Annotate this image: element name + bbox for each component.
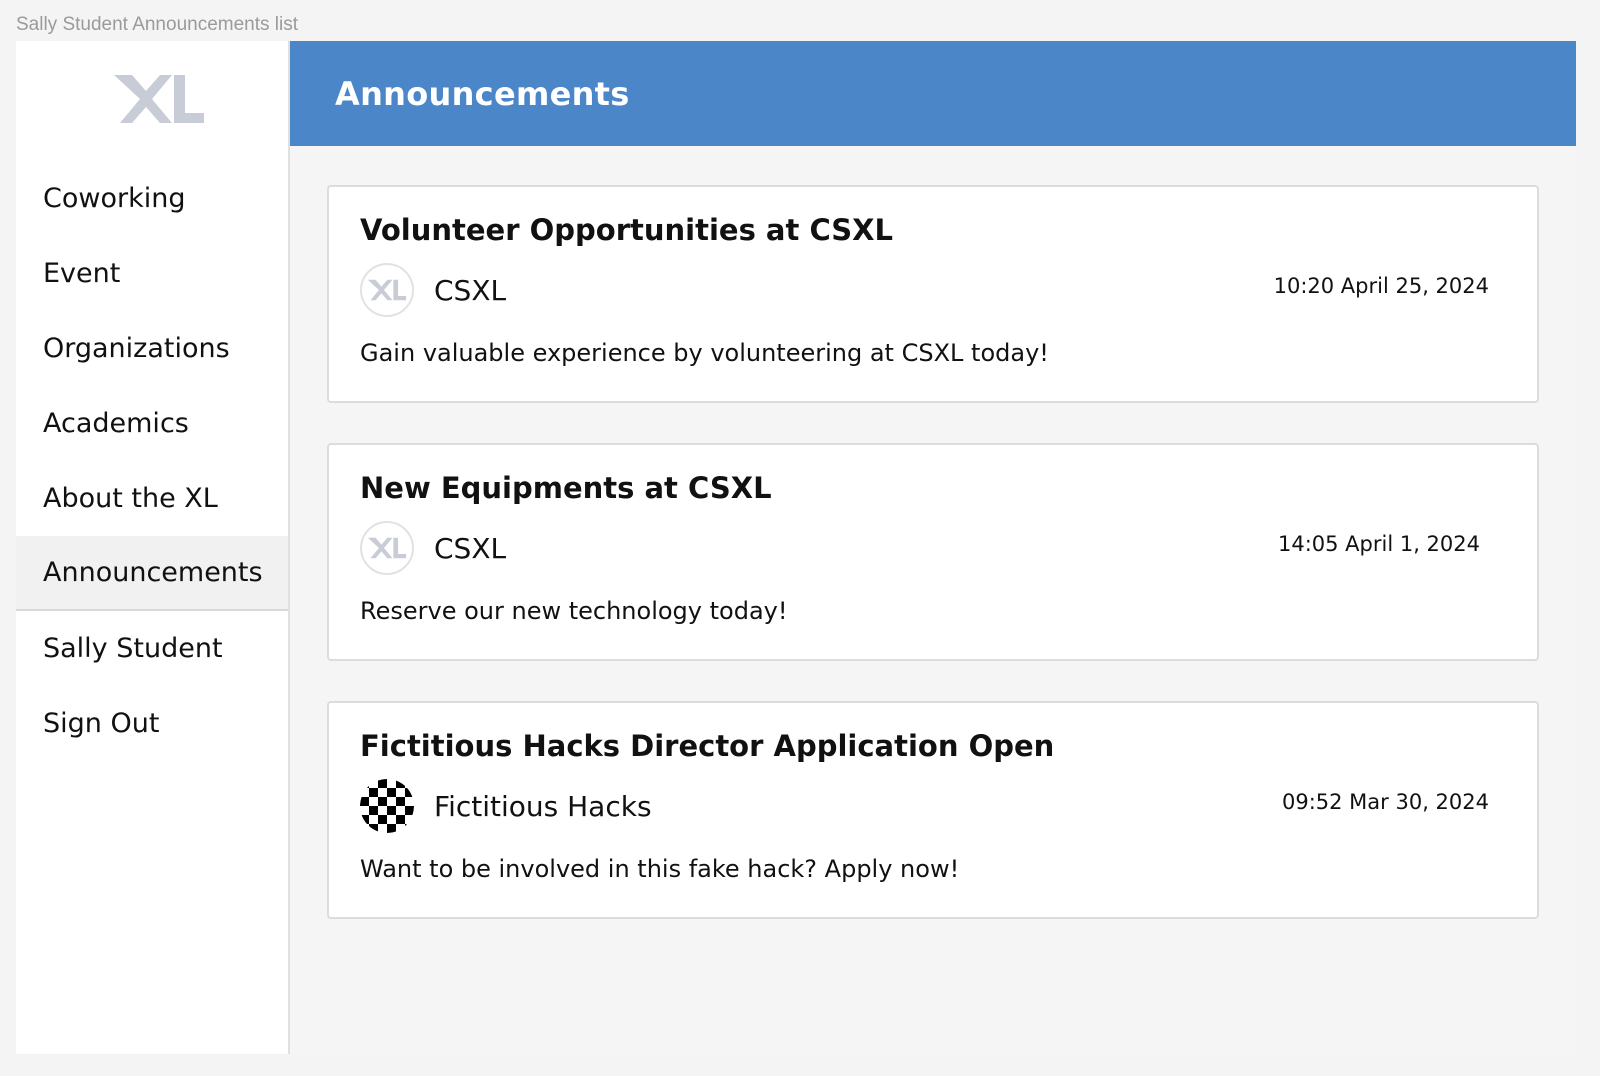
announcement-body: Gain valuable experience by volunteering… xyxy=(360,339,1049,367)
page-header: Announcements xyxy=(290,41,1576,146)
announcement-title: Fictitious Hacks Director Application Op… xyxy=(360,729,1055,763)
announcement-body: Want to be involved in this fake hack? A… xyxy=(360,855,960,883)
announcement-body: Reserve our new technology today! xyxy=(360,597,788,625)
page-title: Announcements xyxy=(335,74,630,113)
announcement-list: Volunteer Opportunities at CSXL CSXL 10:… xyxy=(290,146,1576,919)
main-content: Announcements Volunteer Opportunities at… xyxy=(290,41,1576,1054)
announcement-title: Volunteer Opportunities at CSXL xyxy=(360,213,894,247)
sidebar-item-announcements[interactable]: Announcements xyxy=(16,536,288,611)
announcement-meta: Fictitious Hacks 09:52 Mar 30, 2024 xyxy=(360,779,1507,833)
sidebar: Coworking Event Organizations Academics … xyxy=(16,41,290,1054)
sidebar-item-academics[interactable]: Academics xyxy=(16,386,288,461)
announcement-org[interactable]: CSXL xyxy=(434,532,506,565)
xl-logo-icon[interactable] xyxy=(360,521,414,575)
sidebar-item-sign-out[interactable]: Sign Out xyxy=(16,686,288,761)
sidebar-item-coworking[interactable]: Coworking xyxy=(16,161,288,236)
announcement-timestamp: 14:05 April 1, 2024 xyxy=(1277,532,1480,556)
announcement-card[interactable]: Volunteer Opportunities at CSXL CSXL 10:… xyxy=(327,185,1539,403)
announcement-title: New Equipments at CSXL xyxy=(360,471,772,505)
announcement-timestamp: 09:52 Mar 30, 2024 xyxy=(1281,790,1489,814)
sidebar-item-organizations[interactable]: Organizations xyxy=(16,311,288,386)
window-caption: Sally Student Announcements list xyxy=(16,14,299,35)
announcement-org[interactable]: Fictitious Hacks xyxy=(434,790,652,823)
announcement-card[interactable]: New Equipments at CSXL CSXL 14:05 April … xyxy=(327,443,1539,661)
announcement-meta: CSXL 14:05 April 1, 2024 xyxy=(360,521,1507,575)
sidebar-item-about-the-xl[interactable]: About the XL xyxy=(16,461,288,536)
sidebar-item-event[interactable]: Event xyxy=(16,236,288,311)
announcement-meta: CSXL 10:20 April 25, 2024 xyxy=(360,263,1507,317)
sidebar-nav: Coworking Event Organizations Academics … xyxy=(16,161,288,761)
app-frame: Coworking Event Organizations Academics … xyxy=(16,41,1576,1054)
announcement-card[interactable]: Fictitious Hacks Director Application Op… xyxy=(327,701,1539,919)
xl-logo-icon[interactable] xyxy=(112,71,206,127)
announcement-org[interactable]: CSXL xyxy=(434,274,506,307)
xl-logo-icon[interactable] xyxy=(360,263,414,317)
sidebar-item-profile[interactable]: Sally Student xyxy=(16,611,288,686)
announcement-timestamp: 10:20 April 25, 2024 xyxy=(1273,274,1489,298)
checkerboard-logo-icon[interactable] xyxy=(360,779,414,833)
